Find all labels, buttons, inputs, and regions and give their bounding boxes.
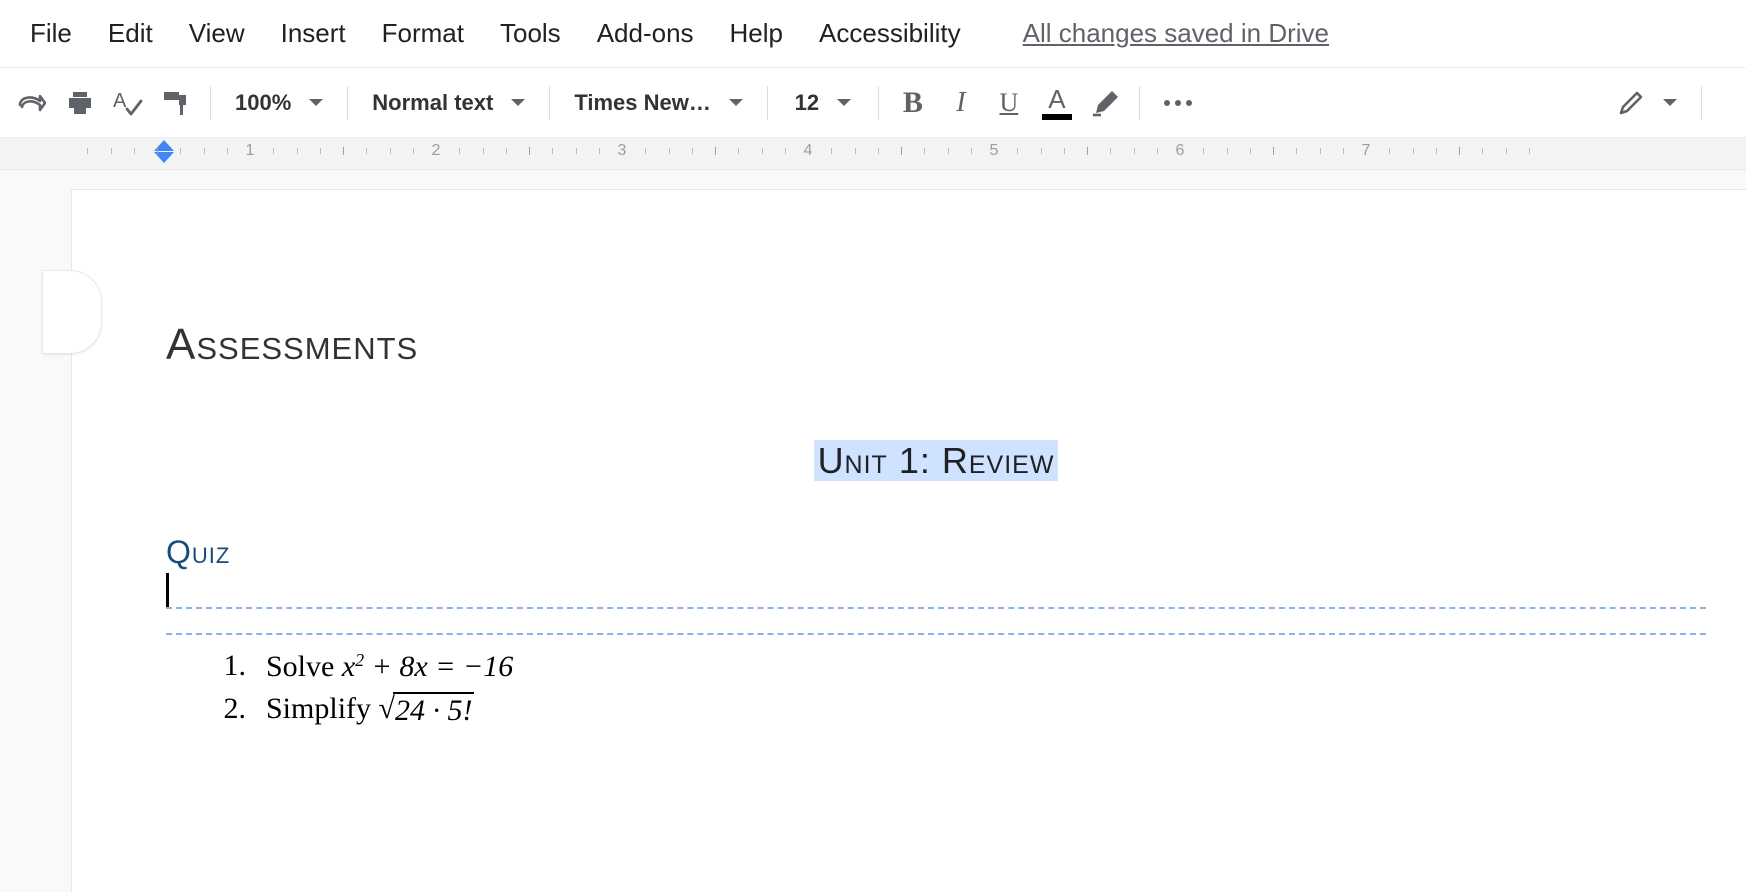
ruler-number: 2 <box>432 142 441 160</box>
zoom-value: 100% <box>235 90 291 116</box>
page-content[interactable]: Assessments Unit 1: Review Quiz 1. Solve… <box>166 320 1706 736</box>
chevron-down-icon <box>511 99 525 106</box>
list-text[interactable]: Simplify √24 · 5! <box>266 692 474 728</box>
chevron-down-icon <box>1663 99 1677 106</box>
equation[interactable]: √24 · 5! <box>379 692 475 725</box>
outline-toggle[interactable] <box>42 270 102 354</box>
list-text[interactable]: Solve x2 + 8x = −16 <box>266 649 513 684</box>
quiz-list[interactable]: 1. Solve x2 + 8x = −16 2. Simplify √24 ·… <box>166 649 1706 728</box>
zoom-select[interactable]: 100% <box>221 90 337 116</box>
list-label: Solve <box>266 650 342 683</box>
menu-accessibility[interactable]: Accessibility <box>819 18 961 49</box>
google-docs-window: File Edit View Insert Format Tools Add-o… <box>0 0 1746 892</box>
horizontal-ruler[interactable]: 1 2 3 4 5 6 7 <box>0 138 1746 170</box>
toolbar-separator <box>1701 86 1702 120</box>
toolbar-separator <box>210 86 211 120</box>
ruler-number: 4 <box>804 142 813 160</box>
font-family-value: Times New… <box>574 90 711 116</box>
selected-text[interactable]: Unit 1: Review <box>814 440 1059 481</box>
ruler-number: 3 <box>618 142 627 160</box>
page[interactable]: Assessments Unit 1: Review Quiz 1. Solve… <box>72 190 1746 892</box>
menu-insert[interactable]: Insert <box>281 18 346 49</box>
menu-help[interactable]: Help <box>730 18 783 49</box>
menu-bar: File Edit View Insert Format Tools Add-o… <box>0 0 1746 68</box>
insertion-point-line[interactable] <box>166 575 1706 609</box>
paragraph-style-select[interactable]: Normal text <box>358 90 539 116</box>
redo-button[interactable] <box>8 79 56 127</box>
text-color-icon: A <box>1042 86 1072 120</box>
text-caret <box>166 573 169 607</box>
chevron-down-icon <box>837 99 851 106</box>
list-label: Simplify <box>266 692 379 725</box>
toolbar-separator <box>878 86 879 120</box>
menu-edit[interactable]: Edit <box>108 18 153 49</box>
spellcheck-icon: A <box>113 89 143 117</box>
toolbar-separator <box>347 86 348 120</box>
italic-icon: I <box>956 87 965 119</box>
toolbar-separator <box>1139 86 1140 120</box>
print-button[interactable] <box>56 79 104 127</box>
list-item[interactable]: 1. Solve x2 + 8x = −16 <box>214 649 1706 684</box>
document-title-heading[interactable]: Assessments <box>166 320 1706 370</box>
toolbar-separator <box>549 86 550 120</box>
section-divider <box>166 633 1706 635</box>
ruler-number: 5 <box>990 142 999 160</box>
italic-button[interactable]: I <box>937 79 985 127</box>
font-size-select[interactable]: 12 <box>778 90 868 116</box>
spellcheck-button[interactable]: A <box>104 79 152 127</box>
toolbar-separator <box>767 86 768 120</box>
font-size-value: 12 <box>795 90 819 116</box>
editing-mode-button[interactable] <box>1617 79 1677 127</box>
toolbar: A 100% Normal text Times New… 12 B I U <box>0 68 1746 138</box>
font-family-select[interactable]: Times New… <box>560 90 757 116</box>
document-workspace: Assessments Unit 1: Review Quiz 1. Solve… <box>0 170 1746 892</box>
equation[interactable]: x2 + 8x = −16 <box>342 650 513 683</box>
menu-format[interactable]: Format <box>382 18 464 49</box>
heading-quiz[interactable]: Quiz <box>166 534 1706 571</box>
highlight-button[interactable] <box>1081 79 1129 127</box>
underline-button[interactable]: U <box>985 79 1033 127</box>
menu-view[interactable]: View <box>189 18 245 49</box>
paint-format-icon <box>161 89 191 117</box>
more-icon <box>1164 100 1192 106</box>
ruler-number: 6 <box>1176 142 1185 160</box>
more-tools-button[interactable] <box>1150 79 1206 127</box>
highlight-icon <box>1090 89 1120 117</box>
bold-icon: B <box>903 86 923 120</box>
ruler-number: 1 <box>246 142 255 160</box>
redo-icon <box>18 93 46 113</box>
list-item[interactable]: 2. Simplify √24 · 5! <box>214 692 1706 728</box>
menu-file[interactable]: File <box>30 18 72 49</box>
chevron-down-icon <box>309 99 323 106</box>
document-subtitle[interactable]: Unit 1: Review <box>166 440 1706 482</box>
menu-tools[interactable]: Tools <box>500 18 561 49</box>
bold-button[interactable]: B <box>889 79 937 127</box>
pencil-icon <box>1617 89 1645 117</box>
paint-format-button[interactable] <box>152 79 200 127</box>
ruler-number: 7 <box>1362 142 1371 160</box>
save-status[interactable]: All changes saved in Drive <box>1023 18 1329 49</box>
print-icon <box>66 90 94 116</box>
svg-text:A: A <box>113 90 127 112</box>
text-color-button[interactable]: A <box>1033 79 1081 127</box>
ruler-scale: 1 2 3 4 5 6 7 <box>54 138 1746 169</box>
chevron-down-icon <box>729 99 743 106</box>
paragraph-style-value: Normal text <box>372 90 493 116</box>
list-number: 2. <box>214 692 246 728</box>
menu-addons[interactable]: Add-ons <box>597 18 694 49</box>
underline-icon: U <box>999 88 1018 118</box>
list-number: 1. <box>214 649 246 684</box>
